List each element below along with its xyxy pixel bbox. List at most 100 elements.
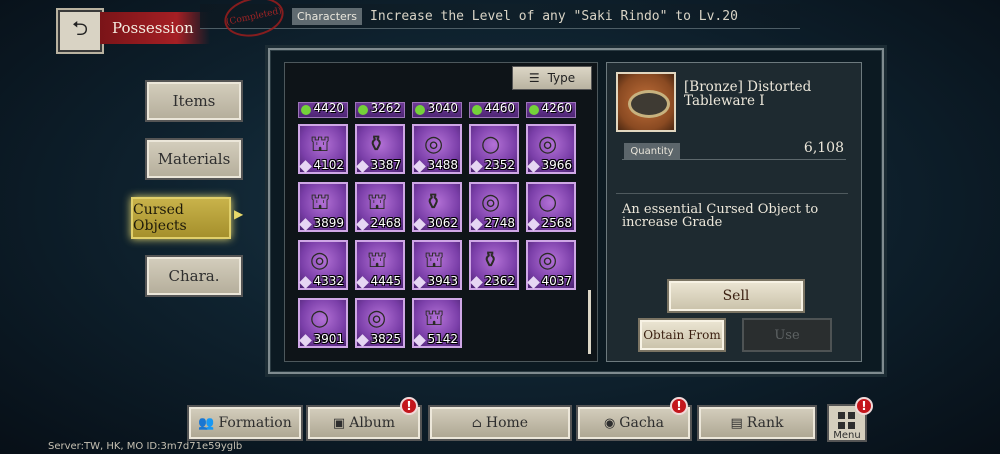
item-tile[interactable]: ⚱ 3387 <box>355 124 405 174</box>
selected-item-thumbnail <box>616 72 676 132</box>
server-info: Server:TW, HK, MO ID:3m7d71e59yglb <box>48 441 243 452</box>
item-tile[interactable]: ⛫ 4445 <box>355 240 405 290</box>
completed-stamp: (Completed) <box>220 0 288 42</box>
nav-gacha-label: Gacha <box>619 415 665 431</box>
lantern-icon: ⛫ <box>367 248 388 273</box>
rarity-gem-icon <box>527 160 540 173</box>
rank-icon: ▤ <box>730 415 743 431</box>
divider <box>622 159 846 160</box>
album-icon: ▣ <box>332 415 346 431</box>
tab-cursed-objects[interactable]: Cursed Objects <box>131 197 231 239</box>
quantity-label: Quantity <box>624 143 680 159</box>
partial-item-tile[interactable]: 4260 <box>526 102 576 118</box>
nav-rank[interactable]: ▤ Rank <box>697 405 817 441</box>
partial-item-tile[interactable]: 3040 <box>412 102 462 118</box>
menu-notification-badge: ! <box>855 397 873 415</box>
item-count: 3488 <box>427 158 458 172</box>
rarity-gem-icon <box>527 276 540 289</box>
gacha-notification-badge: ! <box>670 397 688 415</box>
menu-grid-icon <box>848 422 855 429</box>
sell-button[interactable]: Sell <box>667 279 805 313</box>
item-count: 4260 <box>541 102 572 115</box>
obtain-from-button[interactable]: Obtain From <box>638 318 726 352</box>
tab-materials[interactable]: Materials <box>145 138 243 180</box>
item-tile[interactable]: ○ 2352 <box>469 124 519 174</box>
tableware-icon <box>628 90 670 118</box>
item-tile[interactable]: ◎ 3825 <box>355 298 405 348</box>
ring-icon: ◎ <box>424 132 444 157</box>
nav-formation[interactable]: 👥 Formation <box>187 405 303 441</box>
item-tile[interactable]: ○ 2568 <box>526 182 576 232</box>
home-icon: ⌂ <box>471 415 482 431</box>
item-count: 4460 <box>484 102 515 115</box>
mission-tag: Characters <box>292 7 363 25</box>
ring-icon: ◎ <box>481 190 501 215</box>
people-icon: 👥 <box>198 415 215 431</box>
rarity-gem-icon <box>470 218 483 231</box>
item-tile[interactable]: ◎ 3488 <box>412 124 462 174</box>
nav-home-label: Home <box>485 415 529 431</box>
item-count: 2568 <box>541 216 572 230</box>
item-tile[interactable]: ◎ 4332 <box>298 240 348 290</box>
item-description: An essential Cursed Object to increase G… <box>622 202 819 230</box>
leaf-icon <box>301 105 311 115</box>
type-filter-label: Type <box>547 71 576 85</box>
item-count: 3387 <box>370 158 401 172</box>
rarity-gem-icon <box>299 218 312 231</box>
item-tile[interactable]: ⚱ 3062 <box>412 182 462 232</box>
menu-grid-icon <box>838 412 845 419</box>
item-tile[interactable]: ⛫ 5142 <box>412 298 462 348</box>
item-tile[interactable]: ○ 3901 <box>298 298 348 348</box>
necklace-icon: ○ <box>310 306 330 331</box>
mission-banner[interactable]: Characters Increase the Level of any "Sa… <box>200 4 800 29</box>
rarity-gem-icon <box>356 160 369 173</box>
item-tile[interactable]: ⛫ 3943 <box>412 240 462 290</box>
item-tile[interactable]: ◎ 4037 <box>526 240 576 290</box>
bottle-icon: ⚱ <box>424 190 443 215</box>
necklace-icon: ○ <box>538 190 558 215</box>
item-count: 4037 <box>541 274 572 288</box>
nav-album-label: Album <box>349 415 396 431</box>
lantern-icon: ⛫ <box>310 190 331 215</box>
lantern-icon: ⛫ <box>424 248 445 273</box>
item-tile[interactable]: ⛫ 2468 <box>355 182 405 232</box>
rarity-gem-icon <box>527 218 540 231</box>
item-tile[interactable]: ⛫ 4102 <box>298 124 348 174</box>
ring-icon: ◎ <box>538 248 558 273</box>
item-tile[interactable]: ⛫ 3899 <box>298 182 348 232</box>
partial-item-tile[interactable]: 4460 <box>469 102 519 118</box>
rarity-gem-icon <box>413 160 426 173</box>
selected-item-name: [Bronze] Distorted Tableware I <box>684 79 812 109</box>
leaf-icon <box>358 105 368 115</box>
partial-item-tile[interactable]: 3262 <box>355 102 405 118</box>
use-button[interactable]: Use <box>742 318 832 352</box>
album-notification-badge: ! <box>400 397 418 415</box>
necklace-icon: ○ <box>481 132 501 157</box>
lantern-icon: ⛫ <box>310 132 331 157</box>
rarity-gem-icon <box>413 276 426 289</box>
item-count: 2362 <box>484 274 515 288</box>
item-count: 3825 <box>370 332 401 346</box>
type-filter-button[interactable]: ☰ Type <box>512 66 592 90</box>
tab-chara[interactable]: Chara. <box>145 255 243 297</box>
rarity-gem-icon <box>356 276 369 289</box>
rarity-gem-icon <box>413 334 426 347</box>
page-title: Possession <box>100 12 210 44</box>
leaf-icon <box>529 105 539 115</box>
rarity-gem-icon <box>470 276 483 289</box>
item-count: 5142 <box>427 332 458 346</box>
item-count: 2352 <box>484 158 515 172</box>
item-count: 4102 <box>313 158 344 172</box>
grid-scrollbar[interactable] <box>588 290 591 354</box>
item-tile[interactable]: ◎ 3966 <box>526 124 576 174</box>
item-tile[interactable]: ⚱ 2362 <box>469 240 519 290</box>
rarity-gem-icon <box>299 160 312 173</box>
back-button[interactable]: ⮌ <box>58 10 102 52</box>
item-count: 3062 <box>427 216 458 230</box>
partial-item-tile[interactable]: 4420 <box>298 102 348 118</box>
nav-home[interactable]: ⌂ Home <box>428 405 572 441</box>
item-count: 3943 <box>427 274 458 288</box>
item-tile[interactable]: ◎ 2748 <box>469 182 519 232</box>
tab-items[interactable]: Items <box>145 80 243 122</box>
item-count: 3901 <box>313 332 344 346</box>
